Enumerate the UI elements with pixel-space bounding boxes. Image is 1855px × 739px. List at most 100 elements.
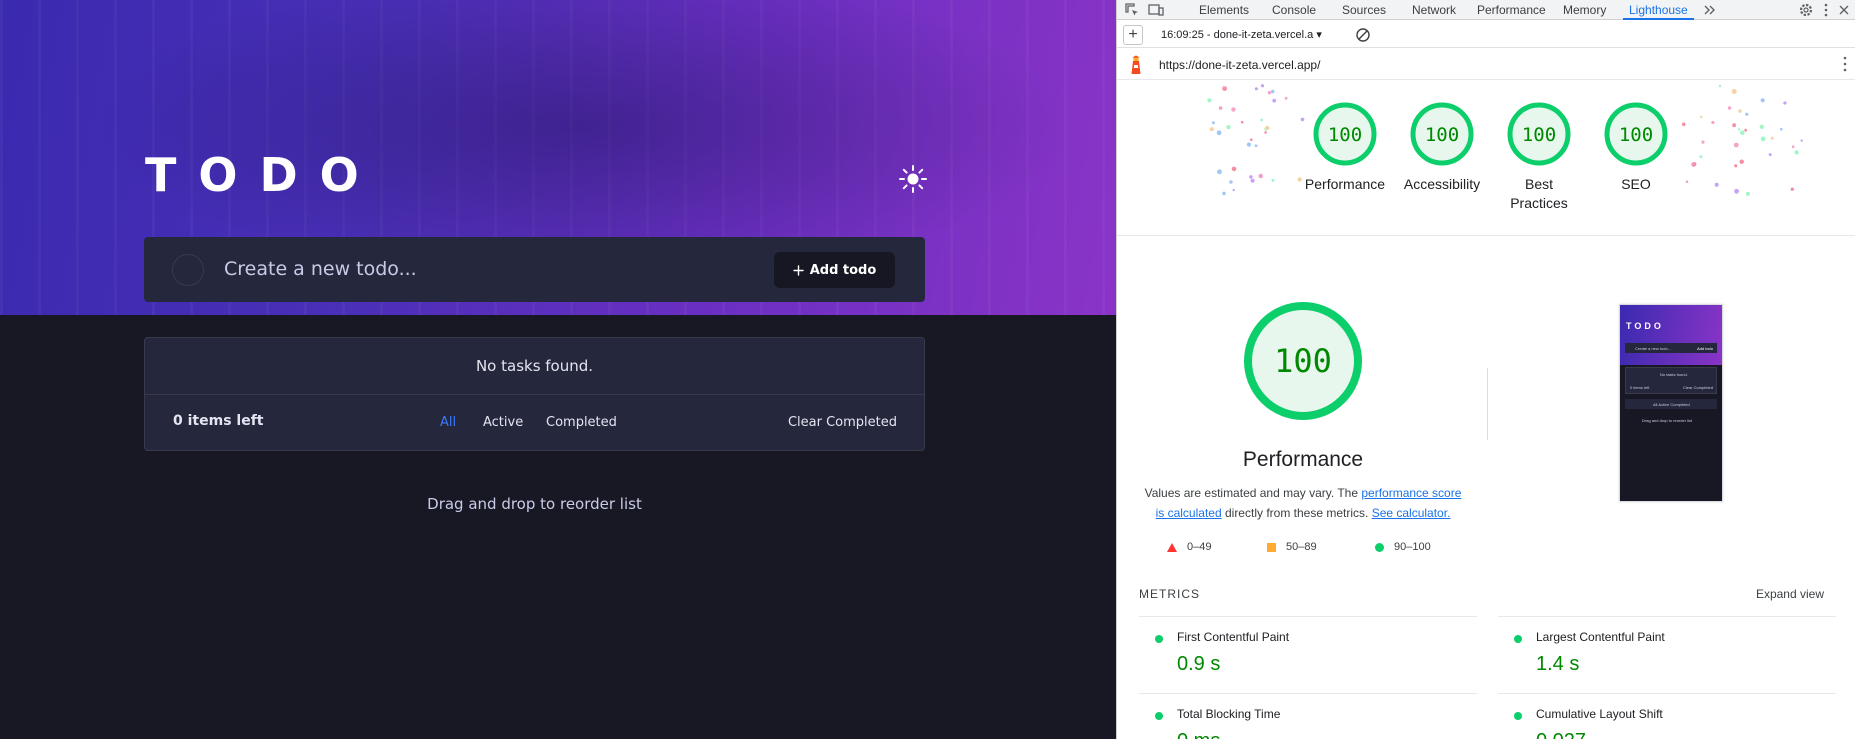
gauge-performance[interactable]: 100 Performance	[1303, 101, 1387, 194]
confetti-dot	[1231, 107, 1236, 112]
gauge-label: Performance	[1304, 176, 1386, 192]
report-selector-label: 16:09:25 - done-it-zeta.vercel.a	[1161, 29, 1314, 41]
confetti-dot	[1216, 130, 1222, 136]
see-calculator-link[interactable]: See calculator.	[1372, 506, 1451, 520]
gauge-best-practices[interactable]: 100 Best Practices	[1497, 101, 1581, 213]
svg-text:100: 100	[1328, 124, 1362, 146]
metric-fcp: First Contentful Paint 0.9 s	[1139, 616, 1477, 694]
desc-prefix: Values are estimated and may vary. The	[1144, 486, 1362, 500]
report-menu-icon[interactable]	[1842, 55, 1848, 73]
thumb-placeholder: Create a new todo...	[1635, 346, 1672, 351]
desc-middle: directly from these metrics.	[1221, 506, 1372, 520]
thumb-filter-text: All Active Completed	[1653, 402, 1690, 407]
legend-fail: 0–49	[1167, 541, 1211, 553]
tab-memory[interactable]: Memory	[1563, 3, 1606, 17]
pass-circle-icon	[1514, 712, 1522, 720]
confetti-dot	[1791, 145, 1795, 148]
confetti-dot	[1794, 150, 1799, 155]
devtools-tab-bar: Elements Console Sources Network Perform…	[1117, 0, 1855, 20]
confetti-dot	[1744, 128, 1748, 132]
confetti-dot	[1284, 96, 1288, 100]
gauge-seo[interactable]: 100 SEO	[1594, 101, 1678, 194]
tab-elements[interactable]: Elements	[1199, 3, 1249, 17]
thumb-add-label: Add todo	[1696, 346, 1713, 351]
performance-description: Values are estimated and may vary. The p…	[1141, 483, 1465, 523]
metric-name: Total Blocking Time	[1177, 707, 1281, 721]
metric-name: Cumulative Layout Shift	[1536, 707, 1663, 721]
confetti-dot	[1217, 169, 1222, 175]
confetti-dot	[1759, 124, 1764, 129]
tab-sources[interactable]: Sources	[1342, 3, 1386, 17]
thumb-hero	[1620, 305, 1722, 365]
expand-view-button[interactable]: Expand view	[1756, 587, 1824, 601]
confetti-dot	[1790, 187, 1794, 191]
device-toolbar-icon[interactable]	[1147, 1, 1165, 19]
filter-completed[interactable]: Completed	[546, 415, 617, 430]
triangle-icon	[1167, 542, 1177, 552]
lighthouse-report: 100 Performance 100 Accessibility 100 Be…	[1117, 81, 1855, 739]
pass-circle-icon	[1155, 712, 1163, 720]
filter-all[interactable]: All	[440, 415, 456, 430]
filter-active[interactable]: Active	[483, 415, 523, 430]
tab-lighthouse[interactable]: Lighthouse	[1623, 3, 1694, 20]
create-checkbox-circle[interactable]	[172, 254, 204, 286]
confetti-dot	[1260, 84, 1265, 88]
confetti-dot	[1737, 128, 1741, 131]
confetti-dot	[1209, 127, 1214, 132]
metric-lcp: Largest Contentful Paint 1.4 s	[1498, 616, 1836, 694]
more-vertical-icon[interactable]	[1817, 1, 1835, 19]
todo-list-panel: No tasks found. 0 items left All Active …	[144, 337, 925, 451]
tab-performance[interactable]: Performance	[1477, 3, 1546, 17]
sun-icon[interactable]	[898, 164, 928, 194]
confetti-dot	[1271, 178, 1275, 182]
metric-value: 0 ms	[1177, 730, 1220, 739]
gauge-accessibility[interactable]: 100 Accessibility	[1400, 101, 1484, 194]
gauge-ring: 100	[1313, 102, 1377, 166]
circle-icon	[1375, 542, 1384, 552]
create-todo-input[interactable]	[224, 249, 744, 289]
clear-completed-button[interactable]: Clear Completed	[788, 415, 897, 430]
thumb-empty: No tasks found.	[1660, 372, 1688, 377]
report-selector[interactable]: 16:09:25 - done-it-zeta.vercel.a ▾	[1161, 28, 1322, 41]
confetti-dot	[1681, 122, 1686, 127]
chevrons-right-icon[interactable]	[1701, 1, 1719, 19]
drag-hint: Drag and drop to reorder list	[427, 495, 642, 513]
confetti-dot	[1714, 182, 1719, 187]
close-icon[interactable]	[1835, 1, 1853, 19]
gauge-ring: 100	[1604, 102, 1668, 166]
gear-icon[interactable]	[1797, 1, 1815, 19]
legend-average: 50–89	[1267, 541, 1317, 553]
confetti-dot	[1734, 188, 1739, 194]
add-todo-button[interactable]: Add todo	[774, 252, 895, 288]
metric-tbt: Total Blocking Time 0 ms	[1139, 693, 1477, 739]
confetti-dot	[1260, 118, 1264, 122]
tab-network[interactable]: Network	[1412, 3, 1456, 17]
page-screenshot-thumbnail[interactable]: TODO Create a new todo... Add todo No ta…	[1619, 304, 1723, 502]
thumb-clear: Clear Completed	[1682, 385, 1713, 390]
confetti-dot	[1800, 139, 1803, 142]
confetti-dot	[1783, 101, 1787, 105]
vertical-divider	[1487, 368, 1488, 440]
confetti-dot	[1222, 85, 1226, 89]
legend-average-label: 50–89	[1286, 541, 1317, 553]
empty-list-message: No tasks found.	[145, 338, 924, 395]
confetti-dot	[1780, 127, 1783, 131]
confetti-dot	[1254, 144, 1258, 148]
new-report-plus-icon[interactable]: +	[1123, 25, 1143, 45]
clear-block-icon[interactable]	[1355, 27, 1371, 43]
performance-title: Performance	[1242, 448, 1364, 471]
metric-value: 1.4 s	[1536, 653, 1580, 675]
thumb-title: TODO	[1626, 321, 1664, 331]
gauge-label: Accessibility	[1403, 176, 1481, 192]
confetti-dot	[1207, 98, 1212, 103]
inspect-element-icon[interactable]	[1123, 1, 1141, 19]
confetti-dot	[1246, 142, 1251, 147]
confetti-dot	[1250, 138, 1253, 141]
svg-text:100: 100	[1619, 124, 1653, 146]
confetti-dot	[1270, 89, 1275, 94]
tab-console[interactable]: Console	[1272, 3, 1316, 17]
confetti-dot	[1267, 91, 1272, 95]
confetti-dot	[1240, 120, 1244, 124]
confetti-dot	[1745, 191, 1750, 196]
legend-fail-label: 0–49	[1187, 541, 1212, 553]
